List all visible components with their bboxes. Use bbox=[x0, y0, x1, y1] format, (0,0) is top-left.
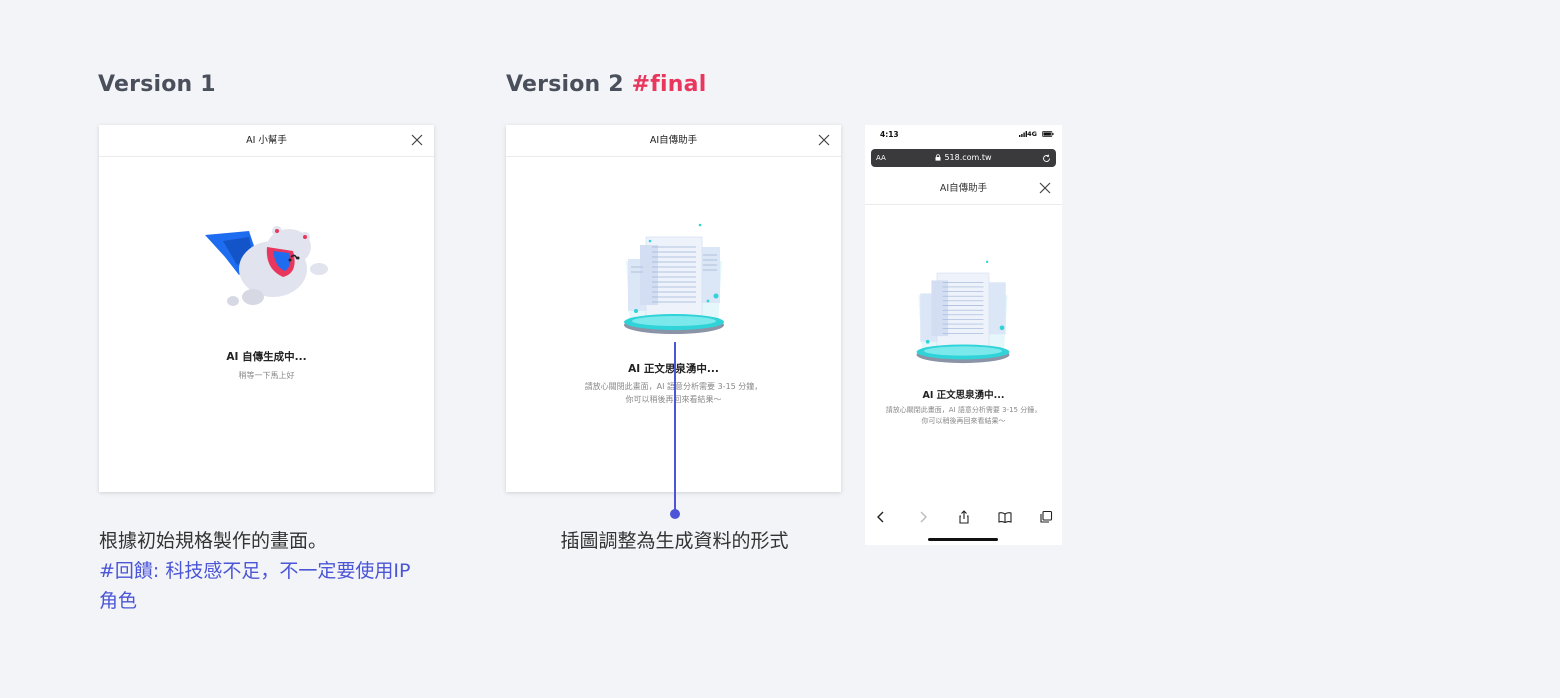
reload-icon[interactable] bbox=[1042, 154, 1051, 163]
status-subtitle: 稍等一下馬上好 bbox=[238, 371, 295, 380]
address-bar[interactable]: AA 518.com.tw bbox=[871, 149, 1056, 167]
dialog-title: AI自傳助手 bbox=[939, 183, 988, 194]
caption-text: 根據初始規格製作的畫面。 bbox=[99, 530, 328, 552]
version2-heading: Version 2 #final bbox=[506, 72, 706, 97]
status-bar: 4:13 4G bbox=[865, 125, 1062, 147]
final-tag: #final bbox=[631, 72, 707, 97]
url-text: 518.com.tw bbox=[944, 153, 992, 162]
back-icon[interactable] bbox=[874, 510, 888, 524]
status-network: 4G bbox=[1027, 130, 1037, 138]
phone-dialog-header: AI自傳助手 bbox=[865, 173, 1062, 205]
version1-heading: Version 1 bbox=[98, 72, 216, 97]
home-indicator[interactable] bbox=[928, 538, 998, 541]
version2-heading-label: Version 2 bbox=[506, 72, 624, 97]
status-title: AI 自傳生成中... bbox=[226, 351, 307, 363]
text-size-button[interactable]: AA bbox=[876, 149, 886, 167]
mobile-mockup: 4:13 4G AA 518.com.tw AI自傳助手 AI 正文思泉湧中..… bbox=[865, 125, 1062, 545]
document-generation-illustration bbox=[916, 260, 1010, 364]
document-generation-illustration bbox=[624, 223, 724, 334]
share-icon[interactable] bbox=[957, 510, 971, 524]
status-time: 4:13 bbox=[880, 130, 899, 139]
bookmarks-icon[interactable] bbox=[998, 510, 1012, 524]
dialog-header: AI 小幫手 bbox=[99, 125, 434, 157]
version1-dialog: AI 小幫手 AI 自傳生成中... 稍等一下馬上好 bbox=[99, 125, 434, 492]
dialog-title: AI 小幫手 bbox=[246, 135, 287, 146]
dialog-title: AI自傳助手 bbox=[649, 135, 698, 146]
signal-icon bbox=[1019, 131, 1027, 137]
lock-icon bbox=[935, 154, 941, 161]
feedback-text: #回饋: 科技感不足，不一定要使用IP角色 bbox=[99, 560, 411, 612]
browser-toolbar bbox=[865, 502, 1062, 532]
version1-caption: 根據初始規格製作的畫面。 #回饋: 科技感不足，不一定要使用IP角色 bbox=[99, 526, 429, 616]
annotation-connector bbox=[670, 342, 680, 519]
status-title: AI 正文思泉湧中... bbox=[922, 390, 1005, 401]
battery-icon bbox=[1042, 131, 1054, 137]
close-icon[interactable] bbox=[818, 134, 830, 146]
flying-mascot-illustration bbox=[205, 226, 328, 306]
status-subtitle-line2: 你可以稍後再回來看結果～ bbox=[921, 417, 1006, 425]
status-subtitle-line1: 請放心關閉此畫面，AI 語意分析需要 3-15 分鐘， bbox=[885, 406, 1042, 414]
version2-caption: 插圖調整為生成資料的形式 bbox=[560, 530, 789, 552]
close-icon[interactable] bbox=[411, 134, 423, 146]
tabs-icon[interactable] bbox=[1039, 510, 1053, 524]
forward-icon[interactable] bbox=[916, 510, 930, 524]
close-icon[interactable] bbox=[1039, 182, 1051, 194]
dialog-header: AI自傳助手 bbox=[506, 125, 841, 157]
